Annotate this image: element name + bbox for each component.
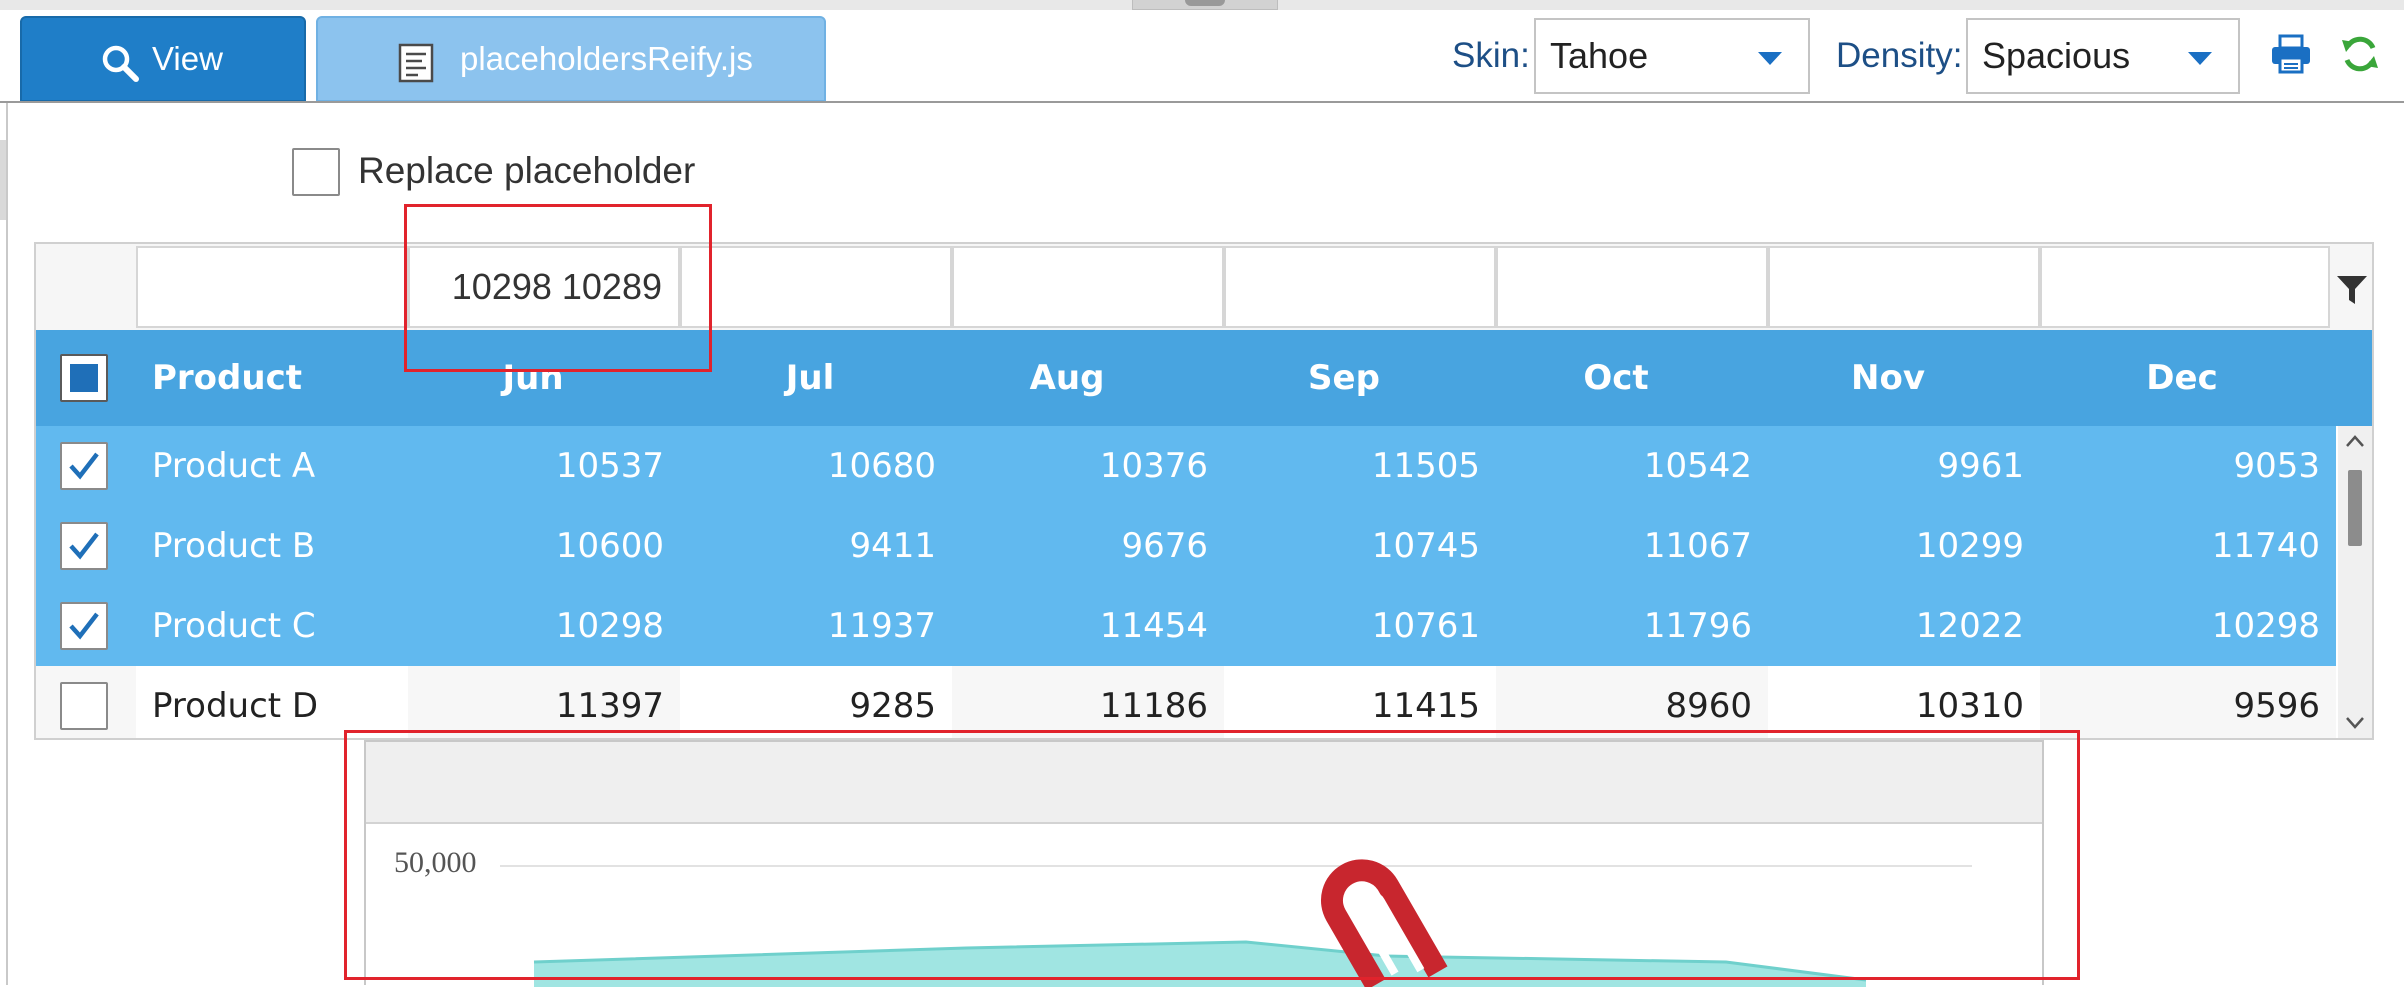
chart-plot (533, 859, 1867, 987)
checkmark-icon (69, 452, 99, 480)
column-header-aug[interactable]: Aug (952, 330, 1182, 426)
cell-aug: 9676 (1121, 526, 1208, 566)
filter-aug[interactable] (952, 246, 1224, 328)
checkmark-icon (69, 532, 99, 560)
tab-placeholders-file[interactable]: placeholdersReify.js (316, 16, 826, 102)
column-header-jul[interactable]: Jul (680, 330, 940, 426)
chevron-down-icon[interactable] (2345, 716, 2365, 730)
filter-oct[interactable] (1496, 246, 1768, 328)
cell-oct: 11796 (1643, 606, 1752, 646)
tab-view-label: View (152, 40, 223, 77)
chevron-up-icon[interactable] (2345, 434, 2365, 448)
density-select[interactable]: Spacious (1966, 18, 2240, 94)
cell-jul: 10680 (827, 446, 936, 486)
replace-placeholder-label: Replace placeholder (358, 150, 696, 191)
cell-sep: 11415 (1371, 686, 1480, 726)
product-name: Product B (152, 526, 316, 566)
grid-scrollbar[interactable] (2338, 426, 2372, 738)
cell-oct: 8960 (1665, 686, 1752, 726)
pane-left-edge (6, 103, 8, 985)
cell-dec: 11740 (2211, 526, 2320, 566)
column-header-oct[interactable]: Oct (1496, 330, 1736, 426)
column-header-product[interactable]: Product (152, 330, 402, 426)
window-top-strip (0, 0, 2404, 10)
select-all-checkbox[interactable] (60, 354, 108, 402)
toolbar-divider (0, 101, 2404, 103)
product-name: Product A (152, 446, 316, 486)
cell-jul: 9411 (849, 526, 936, 566)
cell-jun: 11397 (555, 686, 664, 726)
tab-view[interactable]: View (20, 16, 306, 102)
chart-header (366, 742, 2042, 824)
filter-product[interactable] (136, 246, 408, 328)
cell-nov: 10310 (1915, 686, 2024, 726)
search-icon (102, 45, 139, 82)
row-checkbox[interactable] (60, 682, 108, 730)
table-row[interactable]: Product C 10298 11937 11454 10761 11796 … (36, 586, 2336, 666)
row-checkbox[interactable] (60, 602, 108, 650)
cell-sep: 10761 (1371, 606, 1480, 646)
cell-dec: 10298 (2211, 606, 2320, 646)
cell-nov: 10299 (1915, 526, 2024, 566)
product-name: Product D (152, 686, 319, 726)
chevron-down-icon (2188, 52, 2212, 65)
row-checkbox[interactable] (60, 522, 108, 570)
column-header-sep[interactable]: Sep (1224, 330, 1464, 426)
cell-oct: 10542 (1643, 446, 1752, 486)
replace-placeholder-checkbox[interactable] (292, 148, 340, 196)
filter-row: 10298 10289 (36, 244, 2372, 330)
cell-aug: 11186 (1099, 686, 1208, 726)
cell-jul: 9285 (849, 686, 936, 726)
density-label: Density: (1836, 36, 1963, 75)
column-header-nov[interactable]: Nov (1768, 330, 2008, 426)
skin-select-value: Tahoe (1550, 35, 1649, 76)
filter-jun[interactable]: 10298 10289 (408, 246, 680, 328)
cell-jun: 10600 (555, 526, 664, 566)
filter-nov[interactable] (1768, 246, 2040, 328)
column-header-jun[interactable]: Jun (408, 330, 658, 426)
table-row[interactable]: Product B 10600 9411 9676 10745 11067 10… (36, 506, 2336, 586)
chevron-down-icon (1758, 52, 1782, 65)
refresh-icon[interactable] (2340, 34, 2380, 74)
density-select-value: Spacious (1982, 35, 2131, 76)
table-row[interactable]: Product D 11397 9285 11186 11415 8960 10… (36, 666, 2336, 738)
filter-icon[interactable] (2336, 274, 2368, 306)
filter-sep[interactable] (1224, 246, 1496, 328)
file-icon (398, 43, 434, 83)
cell-jun: 10298 (555, 606, 664, 646)
cell-sep: 11505 (1371, 446, 1480, 486)
filter-jul[interactable] (680, 246, 952, 328)
cell-aug: 10376 (1099, 446, 1208, 486)
skin-select[interactable]: Tahoe (1534, 18, 1810, 94)
cell-dec: 9053 (2233, 446, 2320, 486)
cell-sep: 10745 (1371, 526, 1480, 566)
scrollbar-thumb[interactable] (2348, 470, 2362, 546)
table-row[interactable]: Product A 10537 10680 10376 11505 10542 … (36, 426, 2336, 506)
grid-header: Product Jun Jul Aug Sep Oct Nov Dec (36, 330, 2372, 426)
cell-nov: 12022 (1915, 606, 2024, 646)
checkmark-icon (69, 612, 99, 640)
tab-file-label: placeholdersReify.js (460, 40, 753, 77)
resize-grip[interactable] (1132, 0, 1278, 10)
skin-label: Skin: (1452, 36, 1530, 75)
pane-left-marker (0, 140, 6, 220)
partial-check-icon (70, 364, 98, 392)
cell-nov: 9961 (1937, 446, 2024, 486)
row-checkbox[interactable] (60, 442, 108, 490)
chart-panel: 50,000 (364, 740, 2044, 987)
grip-handle-icon (1185, 0, 1225, 6)
cell-jul: 11937 (827, 606, 936, 646)
cell-jun: 10537 (555, 446, 664, 486)
cell-oct: 11067 (1643, 526, 1752, 566)
product-grid: 10298 10289 Product Jun Jul Aug Sep Oct … (34, 242, 2374, 740)
series-area (534, 942, 1866, 987)
cell-dec: 9596 (2233, 686, 2320, 726)
printer-icon[interactable] (2270, 34, 2312, 74)
cell-aug: 11454 (1099, 606, 1208, 646)
product-name: Product C (152, 606, 316, 646)
column-header-dec[interactable]: Dec (2040, 330, 2324, 426)
filter-dec[interactable] (2040, 246, 2330, 328)
